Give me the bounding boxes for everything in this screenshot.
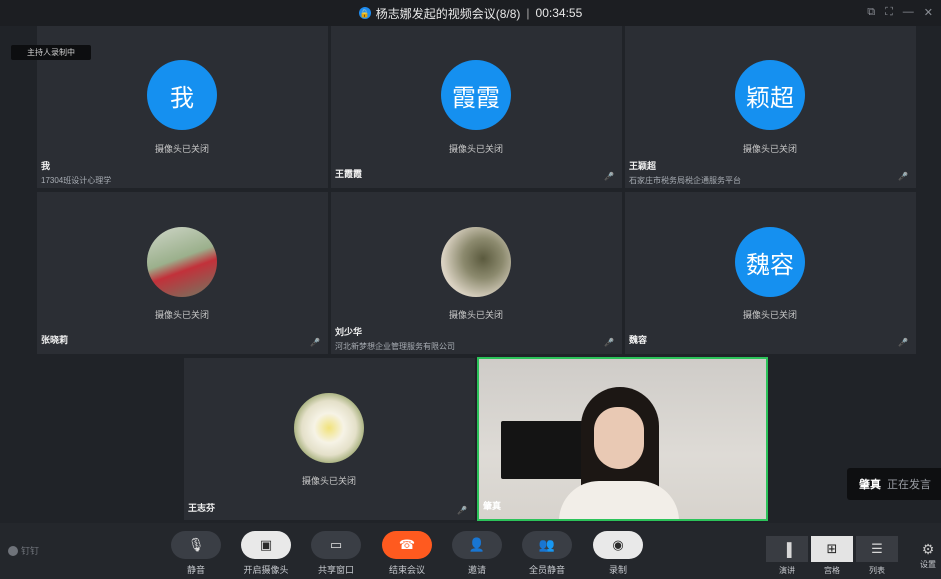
camera-off-text: 摄像头已关闭 xyxy=(448,144,503,154)
avatar-photo xyxy=(147,227,217,297)
end-call-icon: ☎ xyxy=(382,531,432,559)
camera-off-text: 摄像头已关闭 xyxy=(154,144,209,154)
list-view-button[interactable]: ☰ 列表 xyxy=(855,536,899,576)
lock-icon: 🔒 xyxy=(358,7,371,19)
mic-muted-icon: 🎤 xyxy=(457,505,467,515)
camera-off-text: 摄像头已关闭 xyxy=(154,310,209,320)
mic-muted-icon: 🎤 xyxy=(898,337,908,347)
participant-name: 张晓莉 xyxy=(41,335,69,345)
video-background-tv xyxy=(501,421,587,479)
share-screen-icon: ▭ xyxy=(311,531,361,559)
participant-name: 魏容 xyxy=(629,335,648,345)
mic-muted-icon: 🎤 xyxy=(898,171,908,181)
participant-tile[interactable]: 摄像头已关闭 张晓莉 🎤 xyxy=(37,192,328,354)
list-view-icon: ☰ xyxy=(856,536,898,562)
participant-tile[interactable]: 颖超 摄像头已关闭 王颖超 石家庄市税务局税企通服务平台 🎤 xyxy=(625,26,916,188)
mute-all-icon: 👥 xyxy=(522,531,572,559)
share-window-button[interactable]: ▭ 共享窗口 xyxy=(310,531,362,576)
grid-view-button[interactable]: ⊞ 宫格 xyxy=(810,536,854,576)
avatar: 我 xyxy=(147,60,217,130)
participant-tile[interactable]: 魏容 摄像头已关闭 魏容 🎤 xyxy=(625,192,916,354)
participant-tile[interactable]: 霞霞 摄像头已关闭 王霞霞 🎤 xyxy=(331,26,622,188)
avatar: 颖超 xyxy=(735,60,805,130)
mic-muted-icon: 🎤 xyxy=(604,171,614,181)
speaker-name: 肇真 xyxy=(859,479,881,491)
camera-off-text: 摄像头已关闭 xyxy=(448,310,503,320)
mute-button[interactable]: 🎙 静音 xyxy=(170,531,222,576)
minimize-icon[interactable]: — xyxy=(903,6,914,19)
invite-button[interactable]: 👤 邀请 xyxy=(451,531,503,576)
participant-name: 刘少华 xyxy=(335,327,363,337)
record-icon: ◉ xyxy=(593,531,643,559)
end-meeting-button[interactable]: ☎ 结束会议 xyxy=(381,531,433,576)
popout-icon[interactable]: ⧉ xyxy=(867,6,875,19)
fullscreen-icon[interactable]: ⛶ xyxy=(885,6,893,19)
mute-all-button[interactable]: 👥 全员静音 xyxy=(521,531,573,576)
mic-muted-icon: 🎤 xyxy=(604,337,614,347)
camera-button[interactable]: ▣ 开启摄像头 xyxy=(240,531,292,576)
meeting-window: 🔒 杨志娜发起的视频会议(8/8) | 00:34:55 ⧉ ⛶ — ✕ 主持人… xyxy=(0,0,941,579)
participant-tile[interactable]: 摄像头已关闭 刘少华 河北新梦想企业管理服务有限公司 🎤 xyxy=(331,192,622,354)
grid-view-icon: ⊞ xyxy=(811,536,853,562)
title-bar: 🔒 杨志娜发起的视频会议(8/8) | 00:34:55 ⧉ ⛶ — ✕ xyxy=(0,0,941,26)
record-button[interactable]: ◉ 录制 xyxy=(592,531,644,576)
avatar-photo xyxy=(294,393,364,463)
speaking-indicator: 肇真 正在发言 xyxy=(847,468,941,500)
meeting-toolbar: 钉钉 🎙 静音 ▣ 开启摄像头 ▭ 共享窗口 ☎ 结束会议 👤 邀请 👥 全员静… xyxy=(0,523,941,579)
avatar-photo xyxy=(441,227,511,297)
avatar: 魏容 xyxy=(735,227,805,297)
participant-name: 王志芬 xyxy=(188,503,216,513)
participant-org: 17304班设计心理学 xyxy=(41,176,112,185)
mic-muted-icon: 🎤 xyxy=(310,337,320,347)
meeting-title: 杨志娜发起的视频会议(8/8) xyxy=(375,6,521,21)
speaker-view-icon: ▐ xyxy=(766,536,808,562)
participant-name: 王霞霞 xyxy=(335,169,363,179)
meeting-timer: 00:34:55 xyxy=(535,6,583,20)
participant-org: 石家庄市税务局税企通服务平台 xyxy=(629,176,741,185)
brand-logo: 钉钉 xyxy=(8,544,39,557)
gear-icon: ⚙ xyxy=(921,541,935,557)
camera-off-icon: ▣ xyxy=(241,531,291,559)
participant-name: 我 xyxy=(41,161,51,171)
window-controls: ⧉ ⛶ — ✕ xyxy=(867,6,933,19)
participant-name: 王颖超 xyxy=(629,161,657,171)
participant-tile[interactable]: 摄像头已关闭 王志芬 🎤 xyxy=(184,358,475,520)
participant-name: 肇真 xyxy=(483,501,502,511)
speaking-status: 正在发言 xyxy=(887,479,931,491)
avatar: 霞霞 xyxy=(441,60,511,130)
camera-off-text: 摄像头已关闭 xyxy=(742,310,797,320)
speaker-view-button[interactable]: ▐ 演讲 xyxy=(765,536,809,576)
camera-off-text: 摄像头已关闭 xyxy=(301,476,356,486)
camera-off-text: 摄像头已关闭 xyxy=(742,144,797,154)
recording-badge: 主持人录制中 xyxy=(11,45,91,60)
settings-button[interactable]: ⚙ 设置 xyxy=(915,541,941,570)
participant-org: 河北新梦想企业管理服务有限公司 xyxy=(335,342,455,351)
close-icon[interactable]: ✕ xyxy=(924,6,933,19)
mic-icon: 🎙 xyxy=(171,531,221,559)
dingtalk-icon xyxy=(8,545,18,556)
live-video-tile[interactable]: 肇真 xyxy=(477,357,768,521)
invite-icon: 👤 xyxy=(452,531,502,559)
